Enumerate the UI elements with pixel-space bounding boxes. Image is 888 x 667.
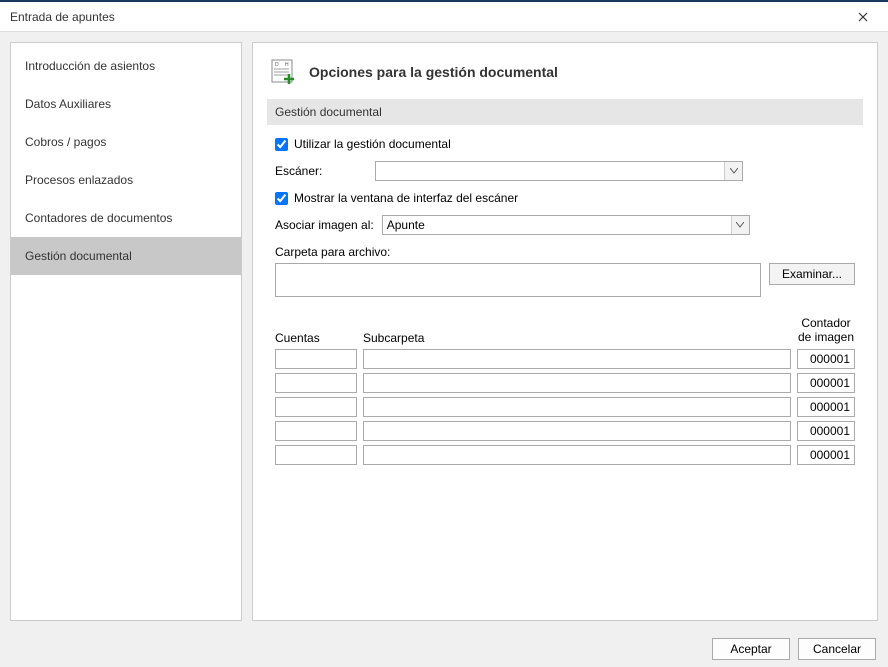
nav-item-gestion-documental[interactable]: Gestión documental — [11, 237, 241, 275]
form-body: Utilizar la gestión documental Escáner: … — [267, 137, 863, 469]
table-header-row: Cuentas Subcarpeta Contador de imagen — [275, 317, 855, 345]
scanner-dropdown-button[interactable] — [724, 162, 742, 180]
cuenta-input[interactable] — [275, 445, 357, 465]
content-area: Introducción de asientos Datos Auxiliare… — [0, 32, 888, 631]
close-icon — [858, 12, 868, 22]
use-doc-mgmt-label: Utilizar la gestión documental — [294, 137, 451, 151]
cancel-button[interactable]: Cancelar — [798, 638, 876, 660]
th-contador: Contador de imagen — [797, 317, 855, 345]
associate-value: Apunte — [387, 218, 425, 232]
show-scanner-ui-row: Mostrar la ventana de interfaz del escán… — [275, 191, 855, 205]
panel-title: Opciones para la gestión documental — [309, 64, 558, 80]
subcarpeta-input[interactable] — [363, 421, 791, 441]
dialog-footer: Aceptar Cancelar — [0, 631, 888, 667]
nav-item-cobros-pagos[interactable]: Cobros / pagos — [11, 123, 241, 161]
use-doc-mgmt-checkbox[interactable] — [275, 138, 288, 151]
table-row — [275, 445, 855, 465]
show-scanner-ui-label: Mostrar la ventana de interfaz del escán… — [294, 191, 518, 205]
main-panel: D H Opciones para la gestión documental … — [252, 42, 878, 621]
folder-row: Examinar... — [275, 263, 855, 297]
contador-input[interactable] — [797, 373, 855, 393]
associate-row: Asociar imagen al: Apunte — [275, 215, 855, 235]
th-subcarpeta: Subcarpeta — [363, 331, 791, 345]
contador-input[interactable] — [797, 421, 855, 441]
chevron-down-icon — [730, 168, 738, 174]
browse-button[interactable]: Examinar... — [769, 263, 855, 285]
scanner-dropdown[interactable] — [375, 161, 743, 181]
accounts-table: Cuentas Subcarpeta Contador de imagen — [275, 317, 855, 465]
associate-dropdown-button[interactable] — [731, 216, 749, 234]
subcarpeta-input[interactable] — [363, 349, 791, 369]
contador-input[interactable] — [797, 397, 855, 417]
scanner-row: Escáner: — [275, 161, 855, 181]
folder-input[interactable] — [275, 263, 761, 297]
table-row — [275, 349, 855, 369]
subcarpeta-input[interactable] — [363, 445, 791, 465]
accept-button[interactable]: Aceptar — [712, 638, 790, 660]
chevron-down-icon — [736, 222, 744, 228]
table-row — [275, 397, 855, 417]
document-options-icon: D H — [271, 59, 297, 85]
use-doc-mgmt-row: Utilizar la gestión documental — [275, 137, 855, 151]
cuenta-input[interactable] — [275, 421, 357, 441]
contador-input[interactable] — [797, 349, 855, 369]
window-title: Entrada de apuntes — [10, 10, 848, 24]
cuenta-input[interactable] — [275, 349, 357, 369]
nav-item-procesos-enlazados[interactable]: Procesos enlazados — [11, 161, 241, 199]
dialog-window: Entrada de apuntes Introducción de asien… — [0, 0, 888, 667]
associate-dropdown[interactable]: Apunte — [382, 215, 750, 235]
table-row — [275, 421, 855, 441]
titlebar: Entrada de apuntes — [0, 2, 888, 32]
subcarpeta-input[interactable] — [363, 397, 791, 417]
cuenta-input[interactable] — [275, 397, 357, 417]
folder-label: Carpeta para archivo: — [275, 245, 855, 259]
subcarpeta-input[interactable] — [363, 373, 791, 393]
section-header: Gestión documental — [267, 99, 863, 125]
panel-header: D H Opciones para la gestión documental — [267, 57, 863, 99]
nav-panel: Introducción de asientos Datos Auxiliare… — [10, 42, 242, 621]
th-cuentas: Cuentas — [275, 331, 357, 345]
contador-input[interactable] — [797, 445, 855, 465]
svg-text:H: H — [285, 62, 289, 68]
nav-item-introduccion-asientos[interactable]: Introducción de asientos — [11, 47, 241, 85]
table-row — [275, 373, 855, 393]
close-button[interactable] — [848, 2, 878, 32]
associate-label: Asociar imagen al: — [275, 218, 374, 232]
cuenta-input[interactable] — [275, 373, 357, 393]
nav-item-contadores-documentos[interactable]: Contadores de documentos — [11, 199, 241, 237]
show-scanner-ui-checkbox[interactable] — [275, 192, 288, 205]
nav-item-datos-auxiliares[interactable]: Datos Auxiliares — [11, 85, 241, 123]
scanner-label: Escáner: — [275, 164, 367, 178]
svg-text:D: D — [275, 62, 279, 68]
